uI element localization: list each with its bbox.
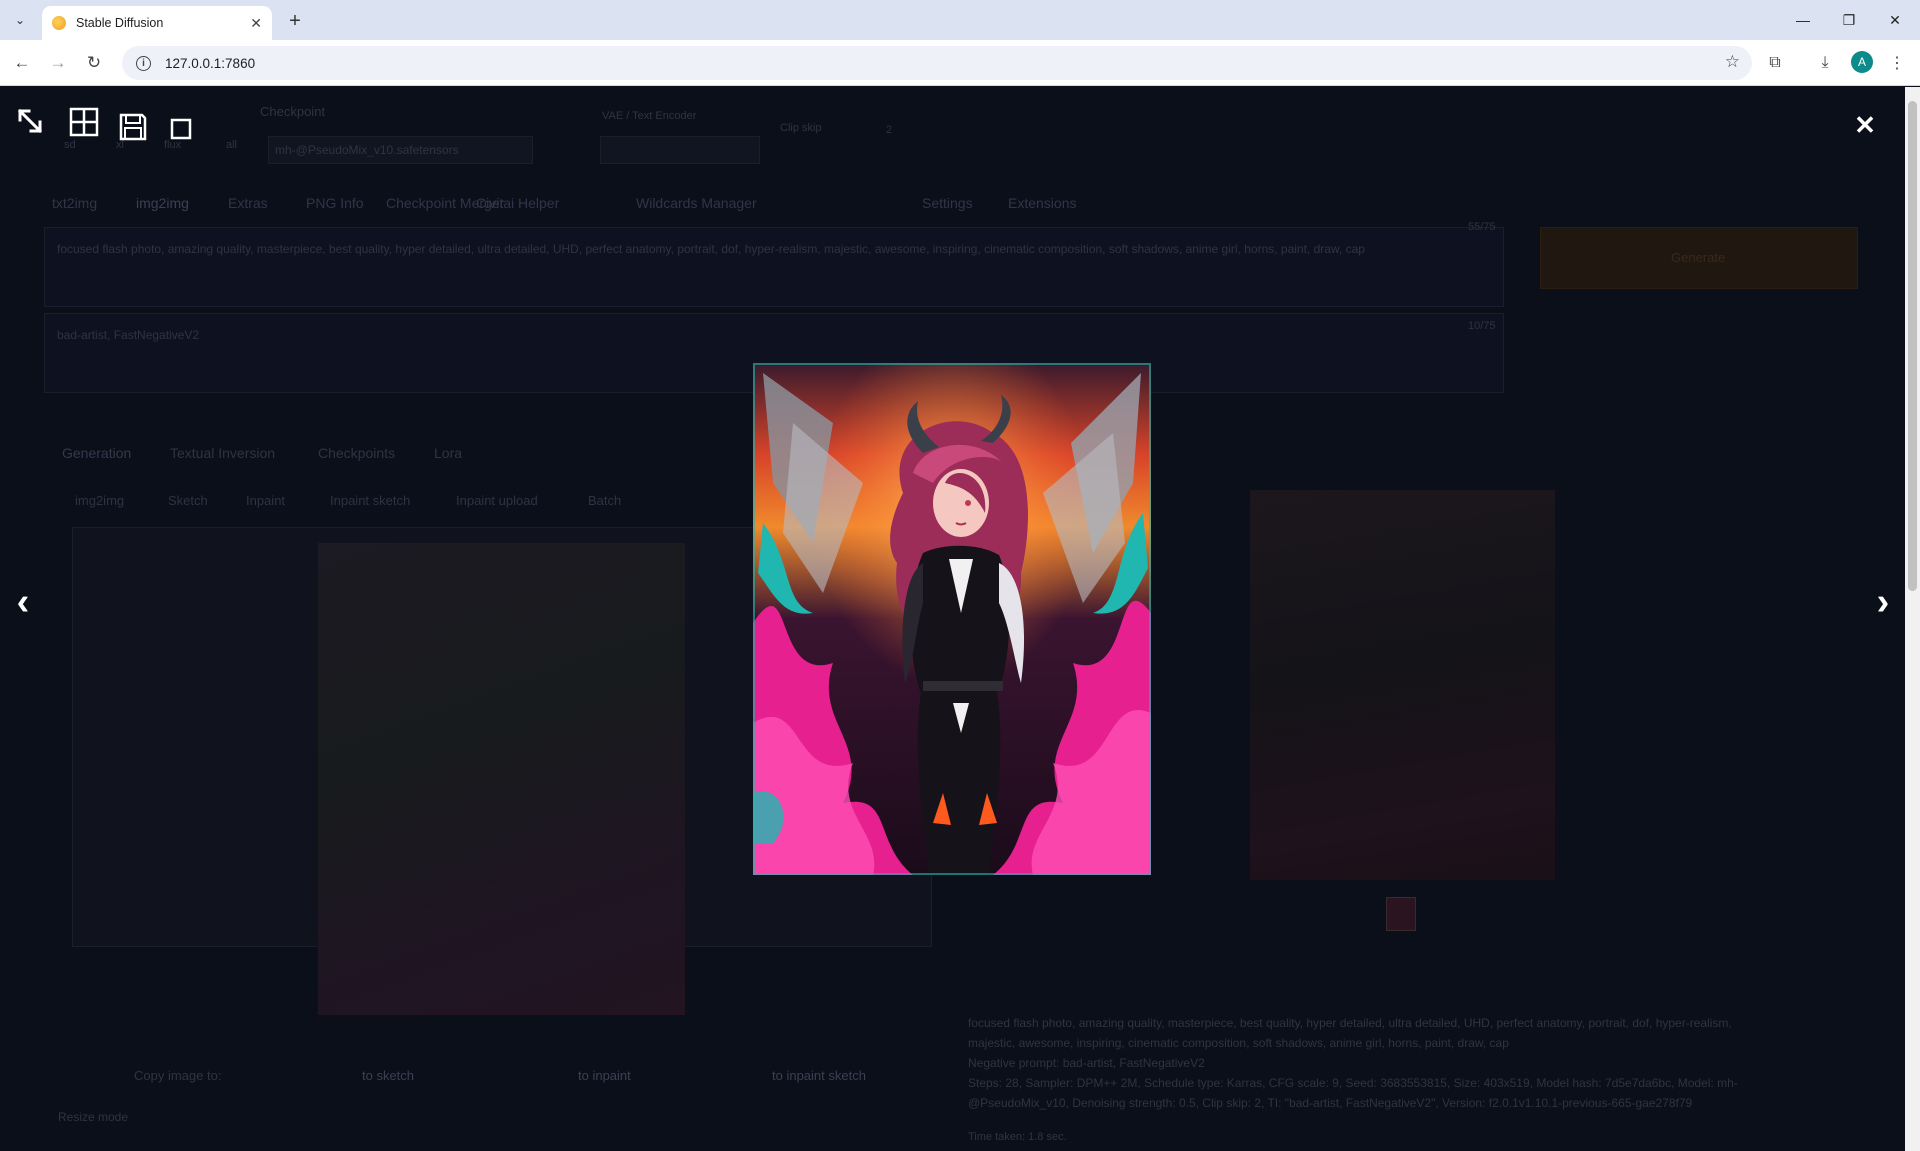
browser-tab-strip: ⌄ Stable Diffusion ✕ + — ❐ ✕ xyxy=(0,0,1920,40)
output-thumbnail[interactable] xyxy=(1386,897,1416,931)
checkpoint-dropdown[interactable]: mh-@PseudoMix_v10.safetensors xyxy=(268,136,533,164)
generate-label: Generate xyxy=(1671,250,1726,265)
input-image-preview xyxy=(318,543,685,1015)
browser-tab-active[interactable]: Stable Diffusion ✕ xyxy=(42,6,272,40)
time-taken-text: Time taken: 1.8 sec. xyxy=(968,1131,1067,1143)
tab-txt2img[interactable]: txt2img xyxy=(52,195,97,211)
section-tab-textual-inversion[interactable]: Textual Inversion xyxy=(170,445,275,461)
save-icon[interactable] xyxy=(117,111,149,143)
output-params-text: Steps: 28, Sampler: DPM++ 2M, Schedule t… xyxy=(968,1076,1738,1110)
generate-button[interactable]: Generate xyxy=(1540,227,1858,289)
extensions-icon[interactable]: ⧉ xyxy=(1762,50,1788,76)
browser-toolbar: ← → ↻ i 127.0.0.1:7860 ☆ ⧉ ⤓ A ⋮ xyxy=(0,40,1920,86)
tab-wildcards-manager[interactable]: Wildcards Manager xyxy=(636,195,757,211)
subtab-inpaint[interactable]: Inpaint xyxy=(246,493,285,508)
output-image-preview[interactable] xyxy=(1250,490,1555,880)
tab-extensions[interactable]: Extensions xyxy=(1008,195,1076,211)
previous-image-icon[interactable]: ‹ xyxy=(8,581,38,623)
copy-to-inpaint-sketch-button[interactable]: to inpaint sketch xyxy=(772,1068,866,1083)
subtab-batch[interactable]: Batch xyxy=(588,493,621,508)
subtab-sketch[interactable]: Sketch xyxy=(168,493,208,508)
vae-dropdown[interactable] xyxy=(600,136,760,164)
page-scrollbar[interactable] xyxy=(1905,87,1920,1151)
clip-skip-label: Clip skip xyxy=(780,122,822,134)
section-tab-generation[interactable]: Generation xyxy=(62,445,131,461)
subtab-inpaint-sketch[interactable]: Inpaint sketch xyxy=(330,493,410,508)
restore-icon[interactable]: ❐ xyxy=(1826,6,1872,34)
section-tab-checkpoints[interactable]: Checkpoints xyxy=(318,445,395,461)
browser-menu-icon[interactable]: ⋮ xyxy=(1884,50,1910,76)
generation-info: focused flash photo, amazing quality, ma… xyxy=(968,1013,1768,1123)
subtab-inpaint-upload[interactable]: Inpaint upload xyxy=(456,493,538,508)
tab-settings[interactable]: Settings xyxy=(922,195,973,211)
model-type-all[interactable]: all xyxy=(226,139,237,151)
tab-png-info[interactable]: PNG Info xyxy=(306,195,364,211)
url-text: 127.0.0.1:7860 xyxy=(165,55,256,71)
address-bar[interactable]: i 127.0.0.1:7860 ☆ xyxy=(122,46,1752,80)
tab-search-button[interactable]: ⌄ xyxy=(8,8,32,32)
favicon-icon xyxy=(52,16,66,30)
tab-title: Stable Diffusion xyxy=(76,16,164,30)
fullscreen-icon[interactable] xyxy=(167,115,195,143)
tab-civitai-helper[interactable]: Civitai Helper xyxy=(476,195,559,211)
forward-icon[interactable]: → xyxy=(44,49,72,77)
new-tab-button[interactable]: + xyxy=(282,8,308,34)
next-image-icon[interactable]: › xyxy=(1868,581,1898,623)
negative-token-counter: 10/75 xyxy=(1468,320,1496,332)
section-tab-lora[interactable]: Lora xyxy=(434,445,462,461)
lightbox-close-icon[interactable]: ✕ xyxy=(1848,108,1882,142)
negative-prompt-text: bad-artist, FastNegativeV2 xyxy=(57,328,200,342)
tile-icon[interactable] xyxy=(68,106,100,138)
copy-to-inpaint-button[interactable]: to inpaint xyxy=(578,1068,631,1083)
clip-skip-value: 2 xyxy=(886,124,893,136)
reload-icon[interactable]: ↻ xyxy=(80,49,108,77)
model-type-sd[interactable]: sd xyxy=(64,139,76,151)
expand-icon[interactable] xyxy=(14,105,46,137)
tab-extras[interactable]: Extras xyxy=(228,195,268,211)
prompt-textarea[interactable]: focused flash photo, amazing quality, ma… xyxy=(44,227,1504,307)
copy-to-sketch-button[interactable]: to sketch xyxy=(362,1068,414,1083)
vae-label: VAE / Text Encoder xyxy=(602,110,697,122)
resize-mode-label: Resize mode xyxy=(58,1110,129,1124)
checkpoint-label: Checkpoint xyxy=(260,104,326,119)
downloads-icon[interactable]: ⤓ xyxy=(1812,50,1838,76)
tab-img2img[interactable]: img2img xyxy=(136,195,189,211)
output-prompt-text: focused flash photo, amazing quality, ma… xyxy=(968,1016,1732,1050)
minimize-icon[interactable]: — xyxy=(1780,6,1826,34)
back-icon[interactable]: ← xyxy=(8,49,36,77)
subtab-img2img[interactable]: img2img xyxy=(75,493,124,508)
window-close-icon[interactable]: ✕ xyxy=(1872,6,1918,34)
output-negative-text: Negative prompt: bad-artist, FastNegativ… xyxy=(968,1056,1205,1070)
prompt-token-counter: 55/75 xyxy=(1468,221,1496,233)
prompt-text: focused flash photo, amazing quality, ma… xyxy=(57,242,1365,256)
scrollbar-thumb[interactable] xyxy=(1908,101,1917,591)
lightbox-main-image[interactable] xyxy=(753,363,1151,875)
copy-image-label: Copy image to: xyxy=(134,1068,222,1083)
profile-avatar[interactable]: A xyxy=(1851,51,1873,73)
tab-close-icon[interactable]: ✕ xyxy=(250,15,262,32)
checkpoint-value: mh-@PseudoMix_v10.safetensors xyxy=(275,143,459,157)
bookmark-star-icon[interactable]: ☆ xyxy=(1725,52,1740,72)
site-info-icon[interactable]: i xyxy=(136,55,151,71)
